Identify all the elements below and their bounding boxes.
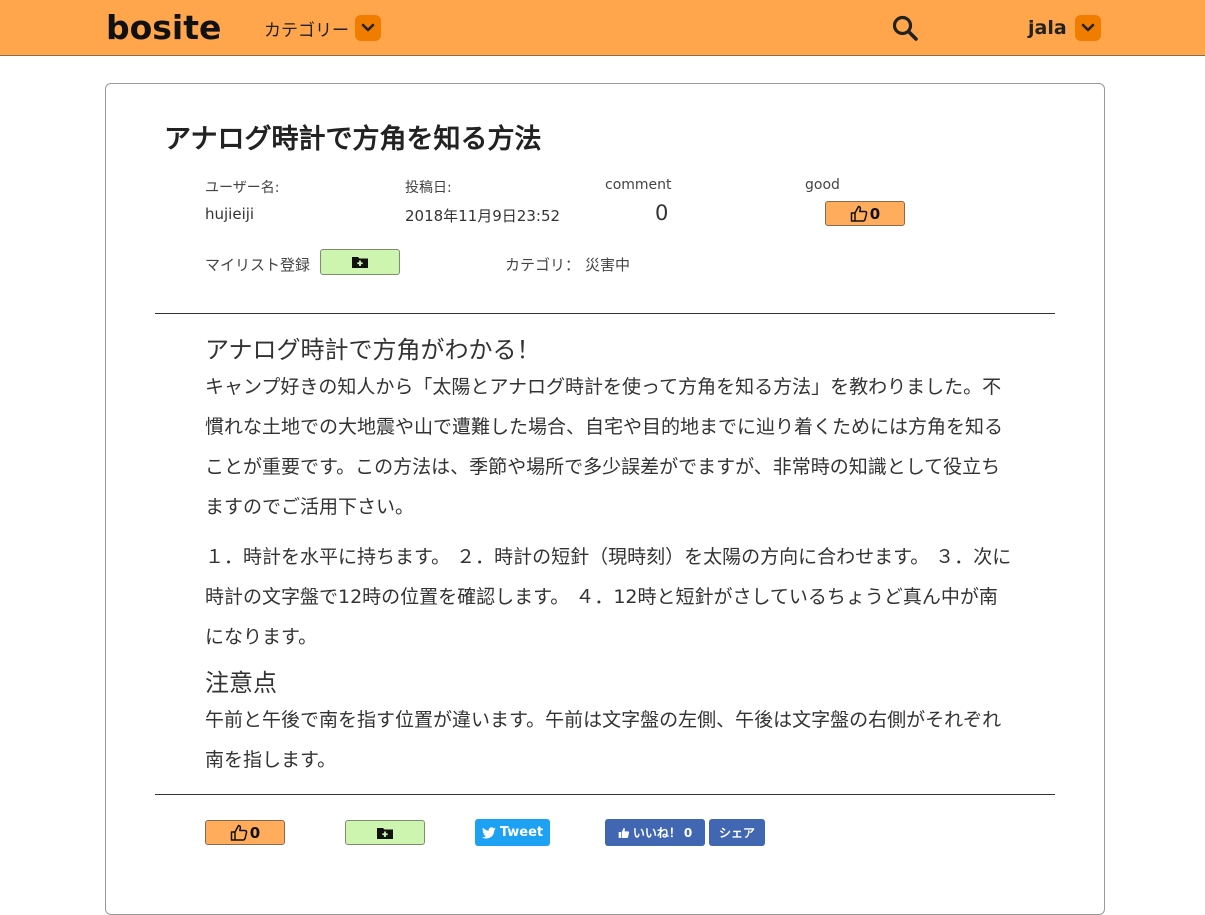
thumbs-up-icon <box>230 824 248 841</box>
author-name[interactable]: hujieiji <box>205 205 254 223</box>
good-label: good <box>805 177 840 193</box>
category-dropdown-label: カテゴリー <box>264 20 349 41</box>
article-heading: アナログ時計で方角がわかる！ <box>205 336 541 364</box>
folder-plus-icon <box>352 257 368 268</box>
note-heading: 注意点 <box>205 669 277 697</box>
facebook-like-label: いいね！ <box>632 826 681 840</box>
article-intro: キャンプ好きの知人から「太陽とアナログ時計を使って方角を知る方法」を教わりました… <box>205 376 1004 518</box>
facebook-thumbs-up-icon <box>618 827 629 838</box>
article-body: アナログ時計で方角がわかる！ キャンプ好きの知人から「太陽とアナログ時計を使って… <box>205 330 1015 780</box>
add-to-mylist-button-bottom[interactable] <box>345 820 425 845</box>
tweet-label: Tweet <box>499 825 544 840</box>
good-count: 0 <box>249 823 261 842</box>
good-count: 0 <box>869 204 881 223</box>
post-date: 2018年11月9日23:52 <box>405 207 561 225</box>
twitter-bird-icon <box>481 826 496 838</box>
user-menu[interactable]: jala <box>1028 15 1101 41</box>
good-button-bottom[interactable]: 0 <box>205 820 285 845</box>
category-dropdown[interactable]: カテゴリー <box>264 15 381 41</box>
comment-count: 0 <box>655 201 669 225</box>
add-to-mylist-button[interactable] <box>320 249 400 275</box>
mylist-label: マイリスト登録 <box>205 256 311 274</box>
tweet-button[interactable]: Tweet <box>475 819 550 846</box>
user-label: ユーザー名: <box>205 180 280 196</box>
chevron-down-icon <box>1074 15 1101 41</box>
chevron-down-icon <box>355 15 381 41</box>
article-title: アナログ時計で方角を知る方法 <box>164 124 542 155</box>
facebook-like-button[interactable]: いいね！ 0 <box>605 819 705 846</box>
date-label: 投稿日: <box>405 180 452 196</box>
top-navbar: bosite カテゴリー jala <box>0 0 1205 56</box>
thumbs-up-icon <box>850 205 868 222</box>
facebook-share-button[interactable]: シェア <box>709 819 765 846</box>
divider <box>155 313 1055 314</box>
facebook-like-count: 0 <box>683 825 693 840</box>
username: jala <box>1028 17 1067 39</box>
facebook-share-label: シェア <box>718 826 755 840</box>
note-text: 午前と午後で南を指す位置が違います。午前は文字盤の左側、午後は文字盤の右側がそれ… <box>205 709 1002 771</box>
search-icon[interactable] <box>891 14 919 42</box>
category-value[interactable]: 災害中 <box>585 254 630 275</box>
comment-label: comment <box>605 177 672 193</box>
folder-plus-icon <box>377 827 393 839</box>
divider <box>155 794 1055 795</box>
site-logo[interactable]: bosite <box>106 8 221 47</box>
article-steps: １．時計を水平に持ちます。 ２．時計の短針（現時刻）を太陽の方向に合わせます。 … <box>205 546 1012 648</box>
good-button[interactable]: 0 <box>825 201 905 226</box>
category-label: カテゴリ： <box>505 256 581 274</box>
